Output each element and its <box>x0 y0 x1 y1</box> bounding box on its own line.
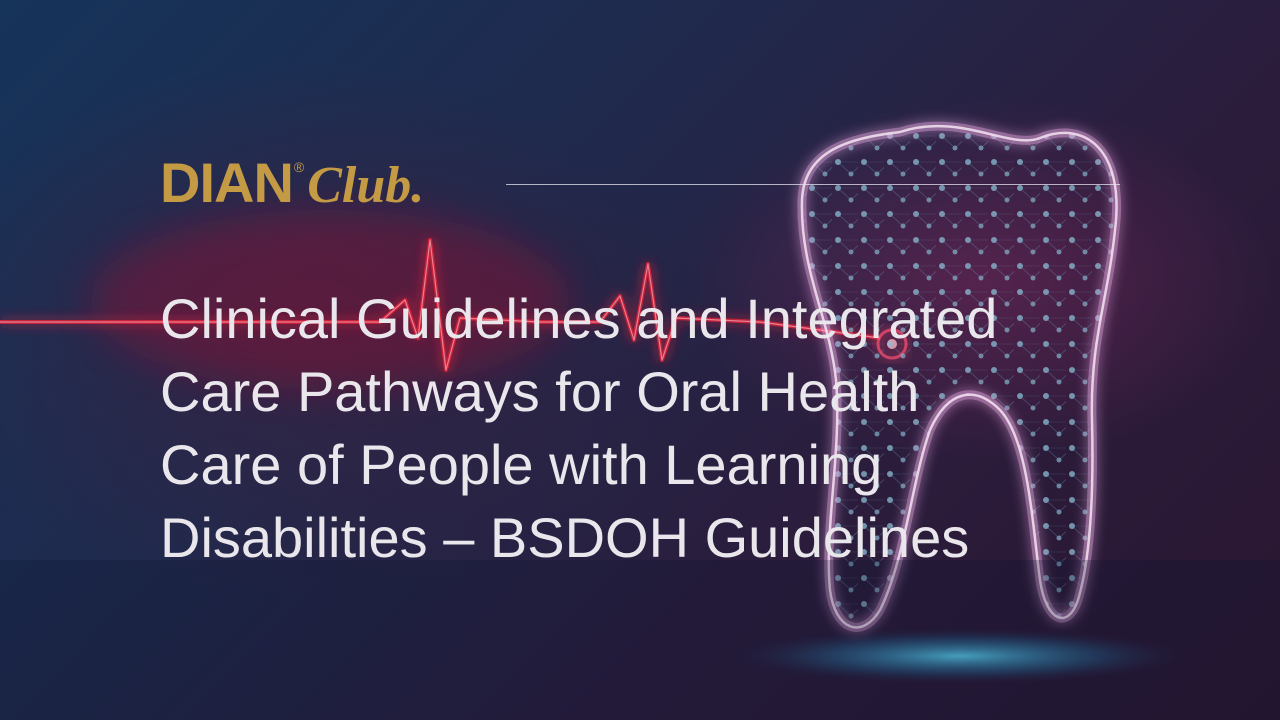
bottom-vignette <box>0 560 1280 720</box>
logo-club-text: Club. <box>307 157 425 214</box>
dian-club-logo: DIAN ® Club. <box>160 150 424 216</box>
header-divider-line <box>506 184 1120 185</box>
logo-brand-text: DIAN <box>160 151 294 214</box>
logo-registered-mark: ® <box>293 159 305 175</box>
slide-title: Clinical Guidelines and Integrated Care … <box>160 287 998 569</box>
slide: DIAN ® Club. Clinical Guidelines and Int… <box>0 0 1280 720</box>
